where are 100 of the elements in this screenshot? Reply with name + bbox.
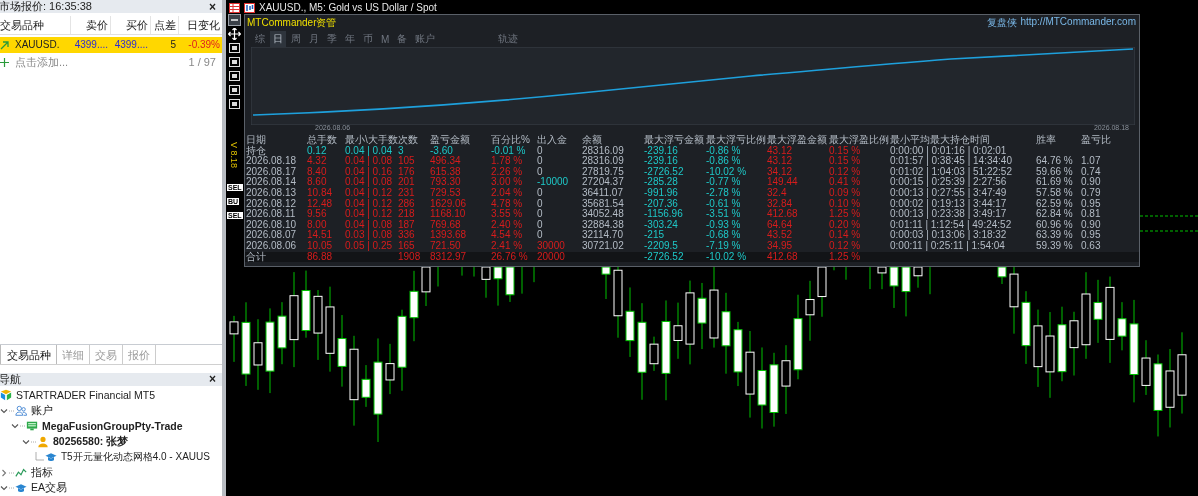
minimize-icon[interactable]	[228, 14, 241, 26]
column-header[interactable]: 交易品种	[0, 16, 70, 34]
table-cell-text: 0:00:13 | 0:27:55 | 3:47:49	[890, 187, 1008, 199]
column-header: 最大浮盈金额	[767, 135, 828, 146]
tree-item[interactable]: T5开元量化动态网格4.0 - XAUUS	[61, 450, 210, 465]
chevron-down-icon[interactable]	[22, 437, 36, 446]
table-cell-text: 0.04 | 0.12	[345, 209, 394, 220]
monitor-icon	[26, 420, 38, 433]
tree-connector-icon	[33, 452, 44, 463]
graduation-cap-icon	[45, 451, 57, 464]
table-cell-text: 63.39 %	[1036, 230, 1074, 241]
period-tab[interactable]: 综	[252, 31, 268, 47]
table-cell-text: 9.56	[307, 209, 328, 220]
symbol-row[interactable]: XAUUSD. 4399.... 4399.... 5 -0.39%	[0, 37, 222, 53]
order-level-line	[1139, 215, 1198, 217]
table-cell-text: 4.32	[307, 156, 328, 167]
table-cell-text: -239.16	[644, 145, 678, 156]
table-cell-text: -1156.96	[644, 209, 684, 220]
table-cell-text: -3.60	[430, 145, 454, 156]
table-cell-text: 0.81	[1081, 209, 1102, 220]
tool-icon[interactable]	[228, 70, 241, 82]
table-cell-text: 27204.37	[582, 177, 625, 188]
table-cell-text: -0.77 %	[706, 177, 742, 188]
column-header[interactable]: 卖价	[70, 16, 110, 34]
period-tab[interactable]: 年	[342, 31, 358, 47]
table-cell-text: 218	[398, 209, 416, 220]
period-tab[interactable]: 月	[306, 31, 322, 47]
tree-item[interactable]: 80256580: 张梦	[53, 434, 129, 449]
table-cell-text: 0:00:13 | 0:23:38 | 3:49:17	[890, 209, 1007, 220]
table-cell-text: 62.59 %	[1036, 198, 1074, 209]
table-cell-text: 32884.38	[582, 219, 625, 230]
tool-icon[interactable]	[228, 84, 241, 96]
period-tab[interactable]: 币	[360, 31, 376, 47]
table-cell-text: 57.58 %	[1036, 187, 1074, 199]
table-cell-text: -207.36	[644, 198, 679, 209]
column-header: 最小平均最大持仓时间	[890, 135, 991, 146]
chevron-down-icon[interactable]	[11, 422, 25, 431]
table-cell-text: 0.90	[1081, 219, 1102, 230]
table-cell-text: 165	[398, 240, 416, 252]
table-cell-text: -0.61 %	[706, 198, 742, 209]
column-header[interactable]: 点差	[150, 16, 178, 34]
table-cell-text: 12.48	[307, 198, 334, 209]
tool-icon[interactable]	[228, 42, 241, 54]
table-cell-text: 64.64	[767, 219, 794, 230]
table-cell-text: 3.55 %	[491, 209, 524, 220]
period-tab[interactable]: M	[378, 32, 393, 46]
close-icon[interactable]: ×	[209, 0, 216, 13]
table-cell-text: 0	[537, 230, 544, 241]
period-tab[interactable]: 季	[324, 31, 340, 47]
table-cell-text: 1.78 %	[491, 156, 524, 167]
period-tab[interactable]: 日	[270, 31, 286, 47]
table-cell-text: 34.95	[767, 240, 794, 252]
tool-icon[interactable]	[228, 56, 241, 68]
table-cell-text: 28316.09	[582, 145, 625, 156]
period-tab[interactable]: 轨迹	[495, 31, 522, 47]
table-cell-text: 0	[537, 145, 543, 156]
tree-item[interactable]: 账户	[31, 403, 53, 418]
table-cell-text: 721.50	[430, 240, 462, 252]
column-header[interactable]: 买价	[110, 16, 150, 34]
table-cell-text: 0:00:02 | 0:19:13 | 3:44:17	[890, 198, 1008, 210]
table-cell-text: 2026.08.13	[246, 187, 298, 199]
tool-icon[interactable]	[228, 98, 241, 110]
table-cell-text: 35681.54	[582, 198, 625, 209]
table-cell-text: 59.66 %	[1036, 166, 1074, 177]
chevron-down-icon[interactable]	[0, 406, 14, 415]
tree-item[interactable]: MegaFusionGroupPty-Trade	[42, 420, 183, 433]
period-tab[interactable]: 周	[288, 31, 304, 47]
chart-icon[interactable]	[244, 2, 255, 13]
add-symbol-link[interactable]: 点击添加...	[15, 54, 69, 70]
table-cell-text: 0.12	[307, 145, 327, 156]
table-cell-text: 43.52	[767, 230, 794, 241]
table-cell-text: -0.86 %	[706, 145, 741, 156]
period-tab[interactable]: 账户	[412, 31, 439, 47]
chevron-right-icon[interactable]	[0, 468, 14, 477]
tree-item[interactable]: 指标	[31, 465, 53, 480]
tree-item[interactable]: STARTRADER Financial MT5	[16, 389, 156, 402]
close-icon[interactable]: ×	[209, 373, 216, 385]
tree-item[interactable]: EA交易	[31, 481, 67, 496]
table-cell-text: 0.03 | 0.08	[345, 230, 394, 241]
table-cell-text: 1.25 %	[829, 251, 862, 263]
period-tab[interactable]: 备	[394, 31, 411, 47]
table-cell-text: 60.96 %	[1036, 219, 1074, 230]
grid-icon[interactable]	[229, 2, 240, 13]
table-cell-text: -2726.52	[644, 166, 685, 177]
move-icon[interactable]	[228, 28, 241, 40]
table-cell-text: 30000	[537, 240, 566, 252]
chevron-down-icon[interactable]	[0, 484, 14, 493]
table-cell-text: 0.04 | 0.08	[345, 219, 394, 231]
website-link[interactable]: http://MTCommander.com	[1020, 16, 1136, 30]
table-cell-text: 8312.97	[430, 251, 468, 263]
column-header: 胜率	[1036, 135, 1057, 146]
table-cell-text: 34052.48	[582, 209, 625, 220]
table-cell-text: 0.15 %	[829, 156, 862, 167]
table-cell-text: -215	[644, 230, 665, 241]
plus-icon[interactable]	[0, 57, 9, 67]
logo-icon	[0, 389, 12, 402]
users-icon	[15, 404, 27, 417]
symbol-count: 1 / 97	[188, 56, 216, 68]
table-cell-text: 0.15 %	[829, 145, 862, 156]
table-cell-text: 412.68	[767, 251, 799, 263]
